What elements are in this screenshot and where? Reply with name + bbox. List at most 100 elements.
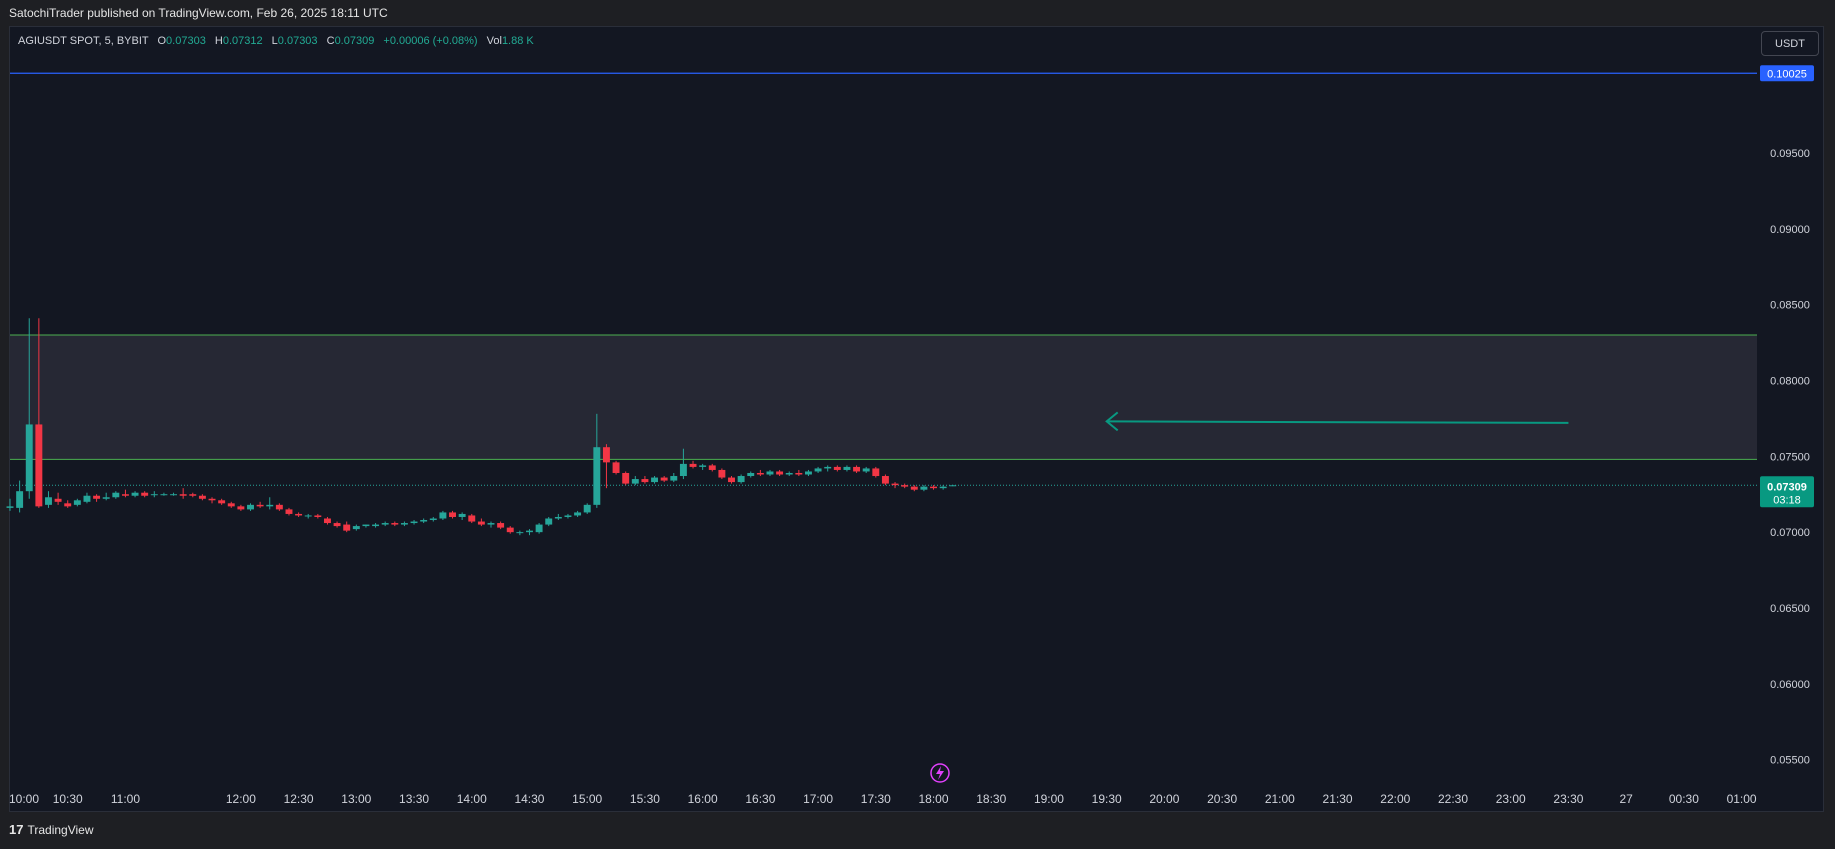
price-axis[interactable]: 0.05500 0.06000 0.06500 0.07000 0.07500 0.080… — [1770, 148, 1810, 767]
candle-body — [747, 472, 755, 477]
price-tick-label: 0.09500 — [1770, 148, 1810, 160]
candle — [400, 521, 408, 527]
candle — [420, 518, 428, 524]
tradingview-logo-icon: 17 — [9, 822, 24, 837]
candle-body — [728, 477, 735, 483]
time-tick-label: 19:00 — [1034, 792, 1064, 806]
candle-body — [651, 477, 659, 483]
candle — [737, 474, 745, 484]
symbol-name[interactable]: AGIUSDT SPOT, 5, BYBIT — [18, 35, 148, 47]
time-tick-label: 14:30 — [514, 792, 544, 806]
candle-body — [237, 506, 245, 510]
time-tick-label: 12:30 — [284, 792, 314, 806]
candle-body — [795, 472, 803, 475]
candle — [795, 469, 803, 477]
time-tick-label: 20:30 — [1207, 792, 1237, 806]
candle — [54, 492, 62, 505]
candle — [304, 513, 312, 519]
time-tick-label: 20:00 — [1149, 792, 1179, 806]
candle — [45, 491, 52, 508]
candle — [487, 521, 495, 528]
candle — [391, 521, 399, 527]
candle-body — [35, 424, 43, 507]
footer: 17 TradingView — [0, 812, 1835, 849]
price-tick-label: 0.07500 — [1770, 451, 1810, 463]
price-tick-label: 0.07000 — [1770, 527, 1810, 539]
candle-body — [679, 463, 687, 477]
current-tag-countdown: 03:18 — [1773, 494, 1801, 506]
candle — [410, 520, 418, 525]
candle — [429, 516, 437, 522]
candle-body — [670, 476, 678, 481]
candle — [641, 476, 649, 484]
candle-body — [843, 466, 851, 470]
candle-body — [622, 472, 630, 484]
candle-body — [881, 476, 889, 484]
candle — [198, 494, 206, 501]
candle-body — [352, 526, 360, 530]
candle-body — [227, 503, 235, 507]
brand-name: TradingView — [27, 822, 94, 837]
price-tick-label: 0.06500 — [1770, 603, 1810, 615]
candle-body — [901, 485, 909, 487]
candle — [554, 513, 562, 521]
tradingview-brand[interactable]: 17 TradingView — [9, 822, 94, 837]
candle-body — [170, 494, 178, 496]
high-value: 0.07312 — [222, 35, 263, 47]
candle-body — [641, 479, 649, 483]
candle-body — [785, 472, 793, 475]
candle-body — [54, 498, 62, 502]
lightning-icon[interactable] — [930, 763, 950, 783]
time-tick-label: 22:30 — [1438, 792, 1468, 806]
low-value: 0.07303 — [277, 35, 318, 47]
candle — [583, 503, 591, 514]
candle-body — [314, 515, 322, 517]
candlestick-chart[interactable]: 0.05500 0.06000 0.06500 0.07000 0.07500 0.080… — [0, 0, 1835, 812]
candle-body — [410, 521, 418, 524]
candle — [266, 497, 274, 510]
candle — [805, 469, 812, 477]
time-tick-label: 16:00 — [688, 792, 718, 806]
candle-body — [737, 476, 745, 483]
time-axis[interactable]: 10:00 10:30 11:00 12:00 12:30 13:00 13:30 14:00… — [9, 792, 1757, 806]
candle-body — [247, 504, 254, 510]
candle-body — [102, 497, 110, 499]
time-tick-label: 10:00 — [9, 792, 39, 806]
price-tick-label: 0.08000 — [1770, 375, 1810, 387]
candle-body — [16, 491, 24, 508]
candle — [785, 471, 793, 477]
candle — [458, 512, 466, 521]
candle-body — [372, 524, 380, 527]
candle-body — [141, 492, 149, 496]
candle-body — [400, 523, 408, 525]
candle-body — [83, 495, 91, 502]
candle — [131, 491, 139, 498]
close-label: C — [326, 35, 335, 47]
candle-body — [198, 495, 206, 499]
currency-button[interactable]: USDT — [1761, 31, 1819, 56]
candle-body — [150, 494, 158, 496]
candle — [843, 465, 851, 472]
candle — [910, 485, 918, 492]
price-tick-label: 0.06000 — [1770, 679, 1810, 691]
time-tick-label: 13:00 — [341, 792, 371, 806]
candle-body — [602, 447, 610, 463]
candle — [449, 510, 456, 519]
candle-body — [45, 497, 52, 505]
candle-body — [583, 504, 591, 513]
candle-body — [660, 477, 668, 481]
candle-body — [862, 468, 870, 472]
candle — [728, 476, 735, 484]
open-label: O — [157, 35, 167, 47]
candle-body — [949, 485, 957, 487]
candle-body — [256, 504, 264, 507]
candle — [285, 507, 293, 516]
candle — [756, 469, 764, 477]
symbol-legend: AGIUSDT SPOT, 5, BYBIT O0.07303 H0.07312… — [18, 35, 534, 47]
candle — [170, 492, 178, 496]
lightning-bolt — [936, 766, 944, 780]
price-tags: 0.10025 0.0730903:18 — [1760, 65, 1814, 508]
level-price-tag: 0.10025 — [1760, 65, 1814, 82]
candle — [179, 488, 187, 499]
supply-zone[interactable] — [10, 334, 1757, 460]
